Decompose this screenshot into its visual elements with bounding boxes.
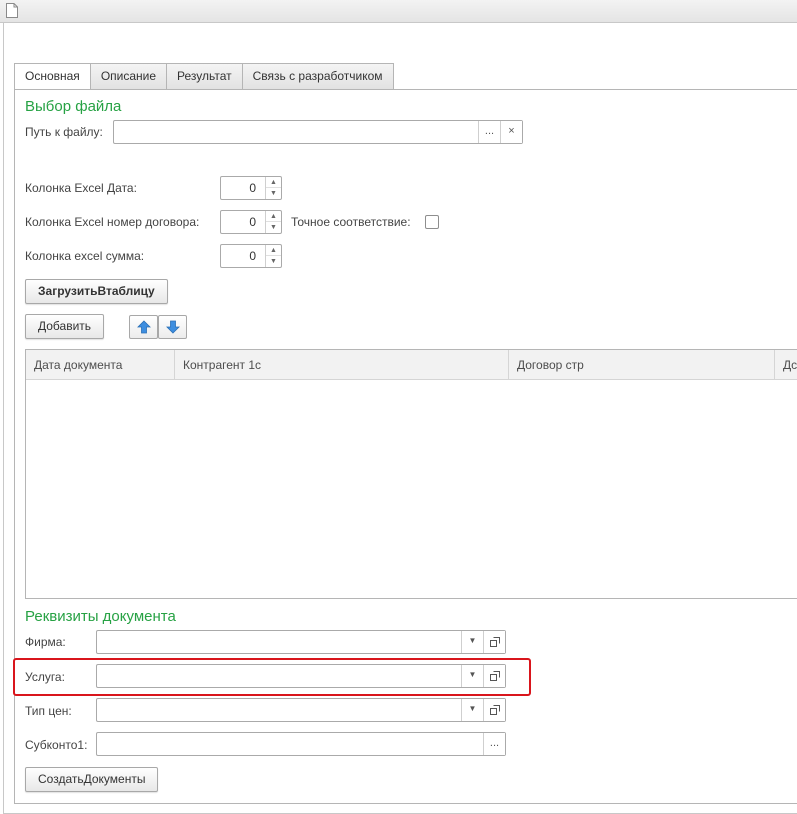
window-titlebar xyxy=(0,0,797,23)
tab-developer-contact[interactable]: Связь с разработчиком xyxy=(242,63,394,90)
date-column-spin-buttons: ▲ ▼ xyxy=(265,177,281,199)
move-down-button[interactable] xyxy=(158,315,187,339)
exact-match-label: Точное соответствие: xyxy=(291,215,411,229)
sum-column-label: Колонка excel сумма: xyxy=(25,249,145,263)
subconto-label: Субконто1: xyxy=(25,738,88,752)
contract-column-value: 0 xyxy=(249,215,256,229)
price-type-field[interactable]: ▼ xyxy=(96,698,506,722)
file-section-title: Выбор файла xyxy=(25,98,122,115)
column-header-contract[interactable]: Договор стр xyxy=(509,350,775,380)
contract-column-label: Колонка Excel номер договора: xyxy=(25,215,200,229)
create-documents-button[interactable]: СоздатьДокументы xyxy=(25,767,159,792)
date-column-label: Колонка Excel Дата: xyxy=(25,181,137,195)
arrow-down-icon xyxy=(166,320,180,334)
firm-field[interactable]: ▼ xyxy=(96,630,506,654)
file-path-field[interactable]: ... × xyxy=(113,120,523,144)
spin-up-icon[interactable]: ▲ xyxy=(266,245,281,256)
contract-column-spin-buttons: ▲ ▼ xyxy=(265,211,281,233)
move-up-button[interactable] xyxy=(129,315,158,339)
exact-match-checkbox[interactable] xyxy=(425,215,439,229)
open-form-icon[interactable] xyxy=(483,631,505,653)
clear-file-button[interactable]: × xyxy=(500,121,522,143)
date-column-value: 0 xyxy=(249,181,256,195)
contract-column-spinner[interactable]: 0 ▲ ▼ xyxy=(220,210,282,234)
spin-up-icon[interactable]: ▲ xyxy=(266,177,281,188)
dropdown-arrow-icon[interactable]: ▼ xyxy=(461,699,483,721)
arrow-up-icon xyxy=(137,320,151,334)
document-icon xyxy=(6,3,18,18)
table-header: Дата документа Контрагент 1с Договор стр… xyxy=(26,350,797,380)
sum-column-spinner[interactable]: 0 ▲ ▼ xyxy=(220,244,282,268)
tab-description[interactable]: Описание xyxy=(90,63,168,90)
sum-column-value: 0 xyxy=(249,249,256,263)
column-header-doc-date[interactable]: Дата документа xyxy=(26,350,175,380)
column-header-truncated[interactable]: Дс xyxy=(775,350,797,380)
browse-file-button[interactable]: ... xyxy=(478,121,500,143)
spin-down-icon[interactable]: ▼ xyxy=(266,188,281,199)
tab-main[interactable]: Основная xyxy=(14,63,91,91)
date-column-spinner[interactable]: 0 ▲ ▼ xyxy=(220,176,282,200)
file-path-label: Путь к файлу: xyxy=(25,125,103,139)
tab-result[interactable]: Результат xyxy=(167,63,243,90)
open-form-icon[interactable] xyxy=(483,699,505,721)
load-to-table-button[interactable]: ЗагрузитьВтаблицу xyxy=(25,279,168,304)
spin-up-icon[interactable]: ▲ xyxy=(266,211,281,222)
column-header-counterparty[interactable]: Контрагент 1с xyxy=(175,350,509,380)
data-table[interactable]: Дата документа Контрагент 1с Договор стр… xyxy=(25,349,797,599)
price-type-label: Тип цен: xyxy=(25,704,72,718)
spin-down-icon[interactable]: ▼ xyxy=(266,222,281,233)
tab-bar: Основная Описание Результат Связь с разр… xyxy=(14,63,394,91)
service-highlight-frame xyxy=(13,658,531,696)
requisites-section-title: Реквизиты документа xyxy=(25,608,176,625)
add-row-button[interactable]: Добавить xyxy=(25,314,105,339)
subconto-select-button[interactable]: ... xyxy=(483,733,505,755)
firm-label: Фирма: xyxy=(25,635,66,649)
dropdown-arrow-icon[interactable]: ▼ xyxy=(461,631,483,653)
spin-down-icon[interactable]: ▼ xyxy=(266,256,281,267)
subconto-field[interactable]: ... xyxy=(96,732,506,756)
sum-column-spin-buttons: ▲ ▼ xyxy=(265,245,281,267)
